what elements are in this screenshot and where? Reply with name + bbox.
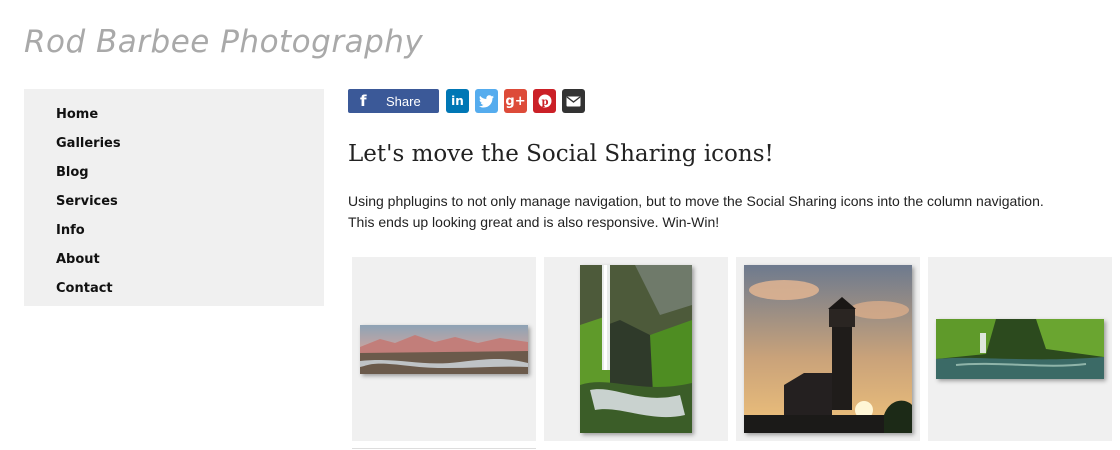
lighthouse-photo bbox=[744, 265, 912, 433]
gallery-thumbnail-1[interactable] bbox=[352, 257, 536, 441]
nav-item-blog: Blog bbox=[24, 161, 324, 190]
nav-link-contact[interactable]: Contact bbox=[56, 281, 113, 296]
panorama-image bbox=[360, 324, 528, 374]
gallery-divider bbox=[352, 448, 536, 449]
nav-link-home[interactable]: Home bbox=[56, 107, 98, 122]
svg-text:p: p bbox=[541, 97, 548, 108]
twitter-icon[interactable] bbox=[475, 89, 498, 113]
social-share-bar: f Share in g+ p bbox=[348, 89, 585, 113]
panorama-photo bbox=[360, 324, 528, 374]
waterfall-photo bbox=[580, 265, 692, 433]
nav-link-galleries[interactable]: Galleries bbox=[56, 136, 121, 151]
nav-item-galleries: Galleries bbox=[24, 132, 324, 161]
site-title[interactable]: Rod Barbee Photography bbox=[24, 24, 423, 60]
facebook-share-button[interactable]: f Share bbox=[348, 89, 439, 113]
post-body-line-2: This ends up looking great and is also r… bbox=[348, 214, 720, 230]
lighthouse-image bbox=[744, 265, 912, 433]
linkedin-icon[interactable]: in bbox=[446, 89, 469, 113]
nav-item-info: Info bbox=[24, 219, 324, 248]
forest-creek-photo bbox=[936, 319, 1104, 379]
nav-link-info[interactable]: Info bbox=[56, 223, 85, 238]
pinterest-icon[interactable]: p bbox=[533, 89, 556, 113]
post-body: Using phplugins to not only manage navig… bbox=[348, 191, 1088, 233]
facebook-icon: f bbox=[360, 92, 367, 110]
nav-link-services[interactable]: Services bbox=[56, 194, 118, 209]
email-icon[interactable] bbox=[562, 89, 585, 113]
nav-item-home: Home bbox=[24, 103, 324, 132]
nav-link-blog[interactable]: Blog bbox=[56, 165, 89, 180]
sidebar-navigation: Home Galleries Blog Services Info About … bbox=[24, 89, 324, 306]
forest-creek-image bbox=[936, 319, 1104, 379]
twitter-bird-glyph bbox=[479, 94, 494, 107]
envelope-glyph bbox=[566, 95, 581, 106]
nav-list: Home Galleries Blog Services Info About … bbox=[24, 89, 324, 306]
post-body-line-1: Using phplugins to not only manage navig… bbox=[348, 193, 1044, 209]
pinterest-glyph: p bbox=[538, 94, 551, 108]
post-heading: Let's move the Social Sharing icons! bbox=[348, 141, 774, 167]
nav-item-contact: Contact bbox=[24, 277, 324, 306]
nav-item-services: Services bbox=[24, 190, 324, 219]
share-button-label: Share bbox=[386, 93, 421, 109]
google-plus-icon[interactable]: g+ bbox=[504, 89, 527, 113]
gallery-thumbnail-4[interactable] bbox=[928, 257, 1112, 441]
waterfall-image bbox=[580, 265, 692, 433]
gallery-thumbnail-2[interactable] bbox=[544, 257, 728, 441]
nav-link-about[interactable]: About bbox=[56, 252, 100, 267]
gallery-thumbnail-3[interactable] bbox=[736, 257, 920, 441]
nav-item-about: About bbox=[24, 248, 324, 277]
